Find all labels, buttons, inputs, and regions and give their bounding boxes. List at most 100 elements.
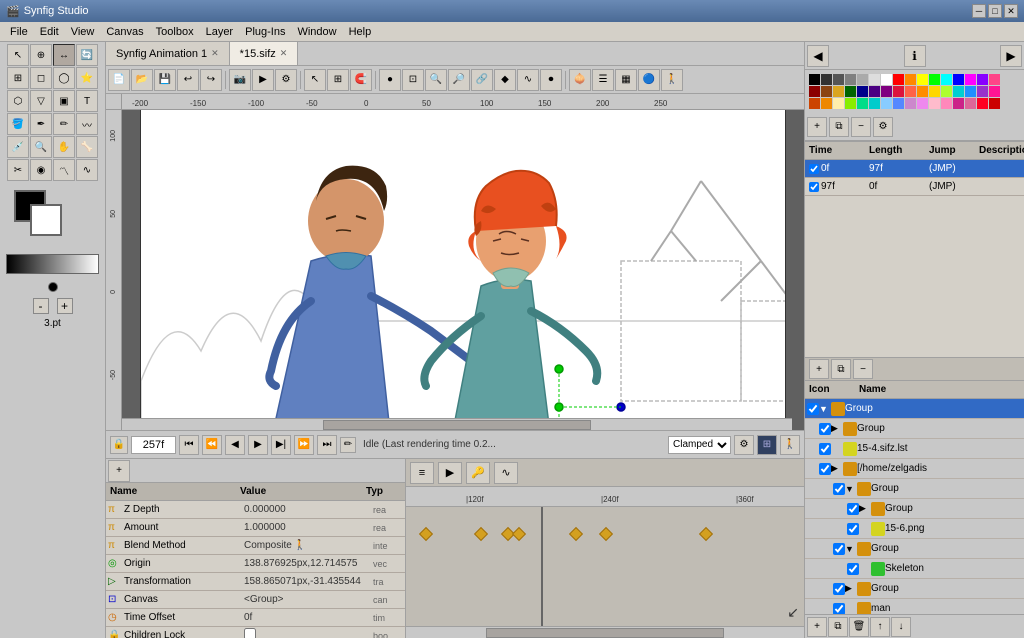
tool-node[interactable]: ◉ <box>30 159 52 181</box>
ctool-waypoint[interactable]: ◆ <box>494 69 516 91</box>
layer-check-9[interactable] <box>833 583 845 595</box>
tl-tab-params[interactable]: ≡ <box>410 462 434 484</box>
layer-row-10[interactable]: man <box>805 599 1024 614</box>
color-dodgerblue[interactable] <box>965 86 976 97</box>
color-light[interactable] <box>869 74 880 85</box>
ctool-onion[interactable]: 🧅 <box>569 69 591 91</box>
color-lightpink[interactable] <box>929 98 940 109</box>
menu-plugins[interactable]: Plug-Ins <box>239 24 291 40</box>
menu-view[interactable]: View <box>65 24 101 40</box>
layer-row-6[interactable]: 15-6.png <box>805 519 1024 539</box>
lt-bottom-add[interactable]: + <box>807 617 827 637</box>
lt-bottom-dup[interactable]: ⧉ <box>828 617 848 637</box>
tl-tab-keyframes[interactable]: 🔑 <box>466 462 490 484</box>
color-burnorange[interactable] <box>809 98 820 109</box>
color-amber[interactable] <box>821 98 832 109</box>
close-button[interactable]: ✕ <box>1004 4 1018 18</box>
play-begin[interactable]: ⏮ <box>179 435 199 455</box>
color-purple[interactable] <box>977 74 988 85</box>
menu-layer[interactable]: Layer <box>200 24 240 40</box>
lt-bottom-up[interactable]: ↑ <box>870 617 890 637</box>
color-mint[interactable] <box>857 98 868 109</box>
ctool-show-grid[interactable]: ⊞ <box>327 69 349 91</box>
layer-expand-1[interactable]: ▶ <box>831 423 843 434</box>
rt-dup-keyframe[interactable]: ⧉ <box>829 117 849 137</box>
tool-circle[interactable]: ◯ <box>53 67 75 89</box>
ctool-properties[interactable]: ⚙ <box>275 69 297 91</box>
color-darkorchid[interactable] <box>977 86 988 97</box>
layer-check-8[interactable] <box>847 563 859 575</box>
increase-size[interactable]: + <box>57 298 73 314</box>
color-silver[interactable] <box>857 74 868 85</box>
menu-edit[interactable]: Edit <box>34 24 65 40</box>
ctool-zoom-in[interactable]: 🔍 <box>425 69 447 91</box>
canvas-content[interactable] <box>122 110 804 430</box>
tool-feather[interactable]: ✒ <box>30 113 52 135</box>
ctool-open[interactable]: 📂 <box>131 69 153 91</box>
color-green[interactable] <box>929 74 940 85</box>
ctool-animate-mode[interactable]: ⏺ <box>540 69 562 91</box>
tool-gradient[interactable]: ▽ <box>30 90 52 112</box>
layer-check-7[interactable] <box>833 543 845 555</box>
menu-file[interactable]: File <box>4 24 34 40</box>
ctool-extra3[interactable]: 🔵 <box>638 69 660 91</box>
color-teal[interactable] <box>869 98 880 109</box>
frame-input[interactable] <box>131 436 176 454</box>
layer-row-4[interactable]: ▼ Group <box>805 479 1024 499</box>
tool-fill[interactable]: 🪣 <box>7 113 29 135</box>
tool-skeleton[interactable]: 🦴 <box>76 136 98 158</box>
menu-canvas[interactable]: Canvas <box>100 24 149 40</box>
kf-diamond-6[interactable] <box>599 527 613 541</box>
tool-polygon[interactable]: ⬡ <box>7 90 29 112</box>
ctool-extra4[interactable]: 🚶 <box>661 69 683 91</box>
color-darkblue[interactable] <box>857 86 868 97</box>
tool-scale[interactable]: ↔ <box>53 44 75 66</box>
color-hotpink[interactable] <box>941 98 952 109</box>
color-darkorange[interactable] <box>917 86 928 97</box>
tool-transform[interactable]: ↖ <box>7 44 29 66</box>
color-paleyellow[interactable] <box>833 98 844 109</box>
canvas-lock-btn[interactable]: 🔒 <box>110 436 128 454</box>
play-next-keyframe[interactable]: ⏩ <box>294 435 314 455</box>
color-brown[interactable] <box>821 86 832 97</box>
param-row-timeoffset[interactable]: ◷ Time Offset 0f tim <box>106 609 405 627</box>
layer-row-2[interactable]: 15-4.sifz.lst <box>805 439 1024 459</box>
param-row-blend[interactable]: π Blend Method Composite 🚶 inte <box>106 537 405 555</box>
params-add-btn[interactable]: + <box>108 460 130 482</box>
timeline-content[interactable]: ↙ <box>406 507 804 626</box>
ctool-play-circle[interactable]: ● <box>379 69 401 91</box>
color-tomato[interactable] <box>905 86 916 97</box>
color-lime[interactable] <box>845 98 856 109</box>
ctool-interpolation[interactable]: ∿ <box>517 69 539 91</box>
layer-row-1[interactable]: ▶ Group <box>805 419 1024 439</box>
ctool-snap-grid[interactable]: 🧲 <box>350 69 372 91</box>
layer-row-8[interactable]: Skeleton <box>805 559 1024 579</box>
lt-bottom-down[interactable]: ↓ <box>891 617 911 637</box>
layer-row-7[interactable]: ▼ Group <box>805 539 1024 559</box>
param-row-origin[interactable]: ◎ Origin 138.876925px,12.714575 vec <box>106 555 405 573</box>
kf-row-0[interactable]: 0f 97f (JMP) <box>805 160 1024 178</box>
color-deeppink[interactable] <box>989 86 1000 97</box>
color-medviolet[interactable] <box>953 98 964 109</box>
color-darkred[interactable] <box>809 86 820 97</box>
color-dark1[interactable] <box>821 74 832 85</box>
rnav-info[interactable]: ℹ <box>904 45 926 67</box>
animate-btn[interactable]: 🚶 <box>780 435 800 455</box>
tool-checker[interactable]: ▣ <box>53 90 75 112</box>
canvas-hscroll[interactable] <box>122 418 792 430</box>
tool-star[interactable]: ⭐ <box>76 67 98 89</box>
color-white[interactable] <box>881 74 892 85</box>
tab-15sifz[interactable]: *15.sifz ✕ <box>230 42 299 65</box>
kf-diamond-1[interactable] <box>419 527 433 541</box>
lt-del-layer[interactable]: − <box>853 359 873 379</box>
tool-scroll[interactable]: ✋ <box>53 136 75 158</box>
kf-check-0[interactable] <box>809 164 819 174</box>
color-gray[interactable] <box>845 74 856 85</box>
param-row-childlock[interactable]: 🔒 Children Lock boo <box>106 627 405 638</box>
layer-check-1[interactable] <box>819 423 831 435</box>
layer-check-0[interactable] <box>807 403 819 415</box>
layer-expand-3[interactable]: ▶ <box>831 463 843 474</box>
ctool-transform-tool[interactable]: ↖ <box>304 69 326 91</box>
tool-pen[interactable]: ✏ <box>53 113 75 135</box>
gradient-display[interactable] <box>6 254 99 274</box>
